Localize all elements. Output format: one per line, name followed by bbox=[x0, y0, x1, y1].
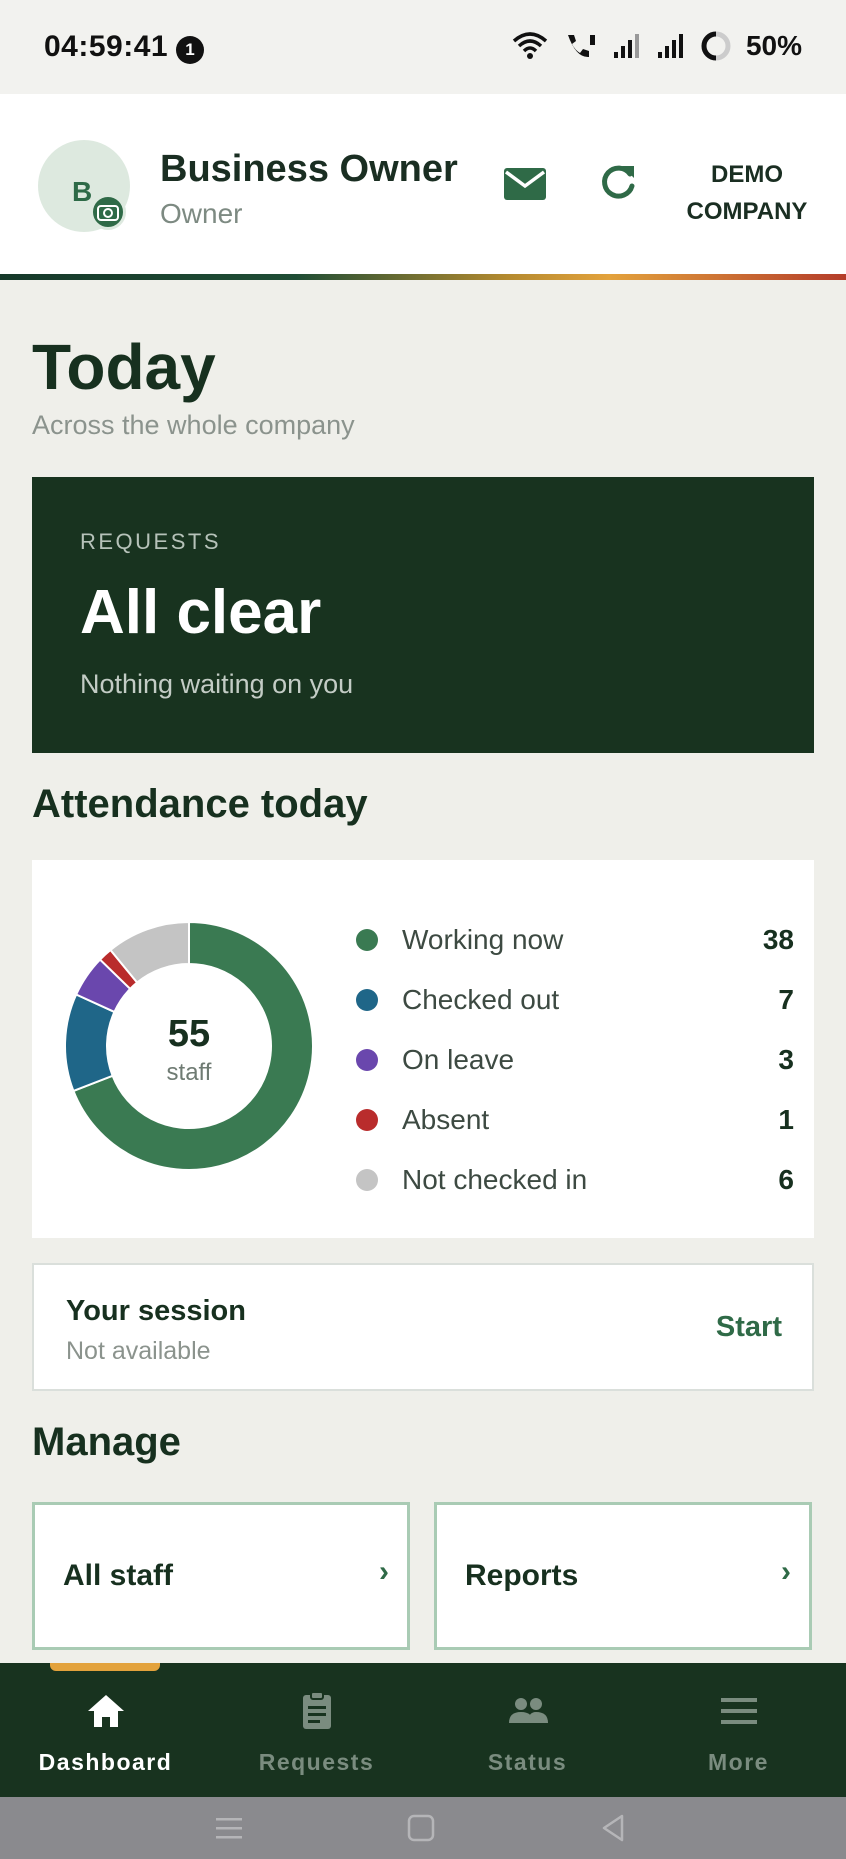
recents-icon[interactable] bbox=[212, 1811, 246, 1845]
legend-dot-checked-out bbox=[356, 989, 378, 1011]
chevron-right-icon: › bbox=[781, 1555, 791, 1588]
requests-subtitle: Nothing waiting on you bbox=[80, 669, 354, 699]
legend-label: Checked out bbox=[402, 984, 560, 1015]
tab-label: Status bbox=[487, 1749, 568, 1775]
legend-dot-on-leave bbox=[356, 1049, 378, 1071]
avatar[interactable]: B bbox=[38, 140, 130, 232]
session-card: Your session Not available Start bbox=[32, 1263, 814, 1391]
company-line-2: COMPANY bbox=[686, 198, 808, 225]
mail-icon[interactable] bbox=[502, 164, 548, 204]
system-nav-bar bbox=[0, 1797, 846, 1859]
legend-label: Working now bbox=[402, 924, 564, 955]
donut-total: 55 bbox=[168, 1013, 210, 1055]
header-bottom-gradient bbox=[0, 274, 846, 280]
legend-dot-working bbox=[356, 929, 378, 951]
signal-icon-2 bbox=[657, 34, 683, 58]
legend-value: 38 bbox=[762, 924, 794, 955]
legend-value: 6 bbox=[778, 1164, 794, 1195]
session-status: Not available bbox=[66, 1337, 211, 1365]
legend-value: 1 bbox=[778, 1104, 794, 1135]
wifi-icon bbox=[512, 32, 548, 59]
refresh-icon[interactable] bbox=[596, 160, 640, 204]
tab-requests[interactable]: Requests bbox=[211, 1663, 422, 1797]
legend-value: 7 bbox=[778, 984, 794, 1015]
back-icon[interactable] bbox=[596, 1811, 630, 1845]
tab-label: Requests bbox=[258, 1749, 375, 1775]
all-staff-tile[interactable]: All staff › bbox=[32, 1502, 410, 1650]
legend-label: Absent bbox=[402, 1104, 490, 1135]
donut-total-label: staff bbox=[167, 1059, 212, 1086]
tab-more[interactable]: More bbox=[633, 1663, 844, 1797]
manage-title: Manage bbox=[32, 1420, 181, 1464]
notification-count-badge: 1 bbox=[176, 36, 204, 64]
legend-label: On leave bbox=[402, 1044, 515, 1075]
battery-percentage: 50% bbox=[745, 30, 802, 61]
camera-icon[interactable] bbox=[90, 194, 126, 230]
legend-dot-not-checked-in bbox=[356, 1169, 378, 1191]
attendance-donut-chart: 55 staff bbox=[64, 920, 314, 1171]
status-time: 04:59:41 bbox=[44, 30, 169, 63]
tab-status[interactable]: Status bbox=[422, 1663, 633, 1797]
status-bar: 04:59:41 1 50% bbox=[0, 0, 846, 96]
clipboard-icon bbox=[302, 1691, 331, 1729]
tab-dashboard[interactable]: Dashboard bbox=[0, 1663, 211, 1797]
menu-icon bbox=[720, 1698, 757, 1724]
app-header: B Business Owner Owner DEMO COMPANY bbox=[0, 94, 846, 280]
requests-title: All clear bbox=[80, 578, 322, 647]
user-role: Owner bbox=[160, 198, 243, 229]
tile-label: Reports bbox=[465, 1559, 579, 1592]
start-session-button[interactable]: Start bbox=[716, 1311, 782, 1344]
people-icon bbox=[508, 1698, 548, 1723]
company-line-1: DEMO bbox=[711, 161, 783, 188]
user-name: Business Owner bbox=[160, 148, 458, 190]
requests-label: REQUESTS bbox=[80, 529, 222, 554]
legend-label: Not checked in bbox=[402, 1164, 588, 1195]
legend-item: Checked out 7 bbox=[352, 970, 794, 1030]
legend-item: Absent 1 bbox=[352, 1090, 794, 1150]
session-title: Your session bbox=[66, 1295, 246, 1327]
legend-item: Not checked in 6 bbox=[352, 1150, 794, 1210]
tab-label: Dashboard bbox=[38, 1749, 173, 1775]
page-subtitle: Across the whole company bbox=[32, 410, 355, 440]
attendance-title: Attendance today bbox=[32, 782, 368, 826]
status-icons: 50% bbox=[512, 30, 802, 62]
battery-ring-icon bbox=[701, 31, 731, 61]
page-title: Today bbox=[32, 331, 216, 403]
attendance-card[interactable]: 55 staff Working now 38 Checked out 7 On… bbox=[32, 860, 814, 1238]
attendance-legend: Working now 38 Checked out 7 On leave 3 … bbox=[352, 910, 794, 1210]
chevron-right-icon: › bbox=[379, 1555, 389, 1588]
bottom-nav: Dashboard Requests Status More bbox=[0, 1663, 846, 1797]
legend-dot-absent bbox=[356, 1109, 378, 1131]
tile-label: All staff bbox=[63, 1559, 174, 1592]
reports-tile[interactable]: Reports › bbox=[434, 1502, 812, 1650]
signal-icon-1 bbox=[613, 34, 639, 58]
legend-item: Working now 38 bbox=[352, 910, 794, 970]
company-name[interactable]: DEMO COMPANY bbox=[672, 156, 822, 230]
wifi-call-icon bbox=[567, 35, 595, 58]
home-button-icon[interactable] bbox=[404, 1811, 438, 1845]
tab-label: More bbox=[708, 1749, 769, 1775]
home-icon bbox=[87, 1695, 124, 1727]
legend-value: 3 bbox=[778, 1044, 794, 1075]
avatar-initial: B bbox=[72, 176, 93, 207]
legend-item: On leave 3 bbox=[352, 1030, 794, 1090]
requests-card[interactable]: REQUESTS All clear Nothing waiting on yo… bbox=[32, 477, 814, 753]
